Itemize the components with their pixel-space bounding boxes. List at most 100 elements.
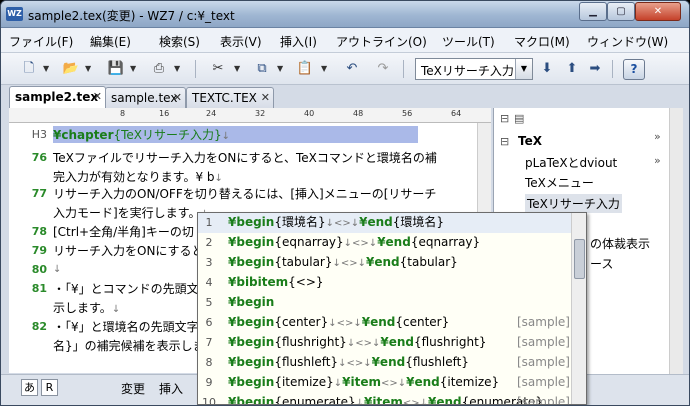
ruler: 8 16 24 32 40 48 56 64 <box>9 108 491 123</box>
completion-item[interactable]: 6 ¥begin{center}↓<>↓¥end{center} [sample… <box>198 313 586 333</box>
app-logo-icon[interactable]: WZ <box>6 7 23 21</box>
maximize-button[interactable]: ▢ <box>607 2 635 21</box>
open-dropdown-icon[interactable]: ▼ <box>85 59 91 79</box>
menu-tools[interactable]: ツール(T) <box>442 33 495 50</box>
menu-window[interactable]: ウィンドウ(W) <box>587 33 668 50</box>
menu-macro[interactable]: マクロ(M) <box>514 33 570 50</box>
tree-expand-icon[interactable]: ⊟ <box>500 135 509 148</box>
item-text: ¥begin{環境名}↓<>↓¥end{環境名} <box>228 215 445 229</box>
search-next-icon[interactable]: ➡ <box>586 59 604 79</box>
completion-item[interactable]: 10 ¥begin{enumerate}↓¥item<>↓¥end{enumer… <box>198 393 586 405</box>
completion-item[interactable]: 4 ¥bibitem{<>} <box>198 273 586 293</box>
cut-dropdown-icon[interactable]: ▼ <box>234 59 240 79</box>
completion-item[interactable]: 3 ¥begin{tabular}↓<>↓¥end{tabular} <box>198 253 586 273</box>
copy-icon[interactable]: ⧉ <box>252 59 272 79</box>
chevron-right-icon[interactable]: » <box>654 130 661 143</box>
print-dropdown-icon[interactable]: ▼ <box>174 59 180 79</box>
item-text: ¥bibitem{<>} <box>228 275 324 289</box>
text-line: リサーチ入力をONにすると <box>53 244 204 258</box>
paste-dropdown-icon[interactable]: ▼ <box>321 59 327 79</box>
menu-file[interactable]: ファイル(F) <box>9 33 73 50</box>
save-icon[interactable]: 💾 <box>106 59 126 79</box>
chevron-right-icon[interactable]: » <box>654 154 661 167</box>
newline-mark: ↓ <box>214 173 223 184</box>
research-mode-value: TeXリサーチ入力 <box>421 64 514 78</box>
outline-collapse-icon[interactable]: ⊟ <box>500 112 509 125</box>
tab-label: sample2.tex <box>15 90 99 104</box>
ime-mode-badge[interactable]: あ <box>21 379 38 396</box>
toolbar-separator <box>195 60 196 78</box>
close-button[interactable]: ✕ <box>635 2 681 21</box>
search-down-icon[interactable]: ⬇ <box>538 59 556 79</box>
outline-item-tex[interactable]: TeX <box>518 134 542 148</box>
outline-item-research[interactable]: TeXリサーチ入力 <box>525 194 622 213</box>
new-file-dropdown-icon[interactable]: ▼ <box>43 59 49 79</box>
menu-view[interactable]: 表示(V) <box>220 33 262 50</box>
menu-edit[interactable]: 編集(E) <box>90 33 131 50</box>
text-line: 完入力が有効となります。¥ b↓ <box>53 168 223 185</box>
sample-tag: [sample] <box>517 335 570 349</box>
outline-item-source[interactable]: ース <box>590 255 613 272</box>
insert-mode-status: 挿入 <box>159 382 184 396</box>
ruler-label: 64 <box>451 109 462 118</box>
completion-item[interactable]: 8 ¥begin{flushleft}↓<>↓¥end{flushleft} [… <box>198 353 586 373</box>
item-text: ¥begin{tabular}↓<>↓¥end{tabular} <box>228 255 458 269</box>
undo-icon[interactable]: ↶ <box>342 59 362 79</box>
menu-insert[interactable]: 挿入(I) <box>280 33 317 50</box>
line-number: H3 <box>31 128 47 141</box>
close-tab-icon[interactable]: ✕ <box>173 88 182 108</box>
line-number: 78 <box>31 225 47 238</box>
new-file-icon[interactable]: 🗋 <box>19 59 39 79</box>
print-icon[interactable]: ⎙ <box>149 59 169 79</box>
tab-sample2[interactable]: sample2.tex ✕ <box>9 86 106 108</box>
completion-item[interactable]: 5 ¥begin <box>198 293 586 313</box>
completion-item[interactable]: 9 ¥begin{itemize}↓¥item<>↓¥end{itemize} … <box>198 373 586 393</box>
text-line: ・「¥」とコマンドの先頭文 <box>53 282 199 296</box>
search-up-icon[interactable]: ⬆ <box>563 59 581 79</box>
outline-scrollbar[interactable] <box>669 108 683 374</box>
text-line: [Ctrl+全角/半角]キーの切 <box>53 225 194 239</box>
ruler-label: 48 <box>353 109 364 118</box>
popup-scrollbar[interactable] <box>571 213 586 404</box>
menu-outline[interactable]: アウトライン(O) <box>336 33 427 50</box>
item-text: ¥begin{center}↓<>↓¥end{center} <box>228 315 450 329</box>
ruler-label: 32 <box>255 109 266 118</box>
research-badge[interactable]: R <box>41 379 58 396</box>
text-line: 示します。↓ <box>53 299 120 316</box>
tab-sample[interactable]: sample.tex ✕ <box>105 87 186 108</box>
chapter-title: {TeXリサーチ入力} <box>113 128 222 142</box>
chapter-heading-line: ¥chapter{TeXリサーチ入力}↓ <box>53 126 418 143</box>
save-dropdown-icon[interactable]: ▼ <box>130 59 136 79</box>
text-line: 名}」の補完候補を表示しま <box>53 339 205 353</box>
open-folder-icon[interactable]: 📂 <box>61 59 81 79</box>
newline-mark: ↓ <box>221 131 231 142</box>
paste-icon[interactable]: 📋 <box>295 59 315 79</box>
line-number: 80 <box>31 263 47 276</box>
window-title: sample2.tex(変更) - WZ7 / c:¥_text <box>28 9 235 23</box>
outline-item-tex-menu[interactable]: TeXメニュー <box>525 174 594 191</box>
completion-item[interactable]: 7 ¥begin{flushright}↓<>↓¥end{flushright}… <box>198 333 586 353</box>
menu-search[interactable]: 検索(S) <box>159 33 200 50</box>
outline-item-layout[interactable]: の体裁表示 <box>590 235 650 252</box>
title-bar: WZ sample2.tex(変更) - WZ7 / c:¥_text ▁ ▢ … <box>1 1 689 28</box>
research-mode-select[interactable]: TeXリサーチ入力 ▼ <box>415 58 533 80</box>
document-icon: ▤ <box>514 112 525 125</box>
copy-dropdown-icon[interactable]: ▼ <box>277 59 283 79</box>
help-button[interactable]: ? <box>623 59 645 80</box>
ruler-label: 40 <box>304 109 315 118</box>
outline-item-platex[interactable]: pLaTeXとdviout <box>525 154 617 171</box>
completion-item[interactable]: 2 ¥begin{eqnarray}↓<>↓¥end{eqnarray} <box>198 233 586 253</box>
minimize-button[interactable]: ▁ <box>579 2 607 21</box>
close-tab-icon[interactable]: ✕ <box>261 88 270 108</box>
cut-icon[interactable]: ✂ <box>208 59 228 79</box>
scrollbar-thumb[interactable] <box>574 239 585 279</box>
tab-textc[interactable]: TEXTC.TEX ✕ <box>186 87 274 108</box>
close-tab-icon[interactable]: ✕ <box>93 87 102 107</box>
redo-icon[interactable]: ↷ <box>373 59 393 79</box>
newline-mark: ↓ <box>111 304 121 315</box>
item-number: 10 <box>202 396 216 405</box>
completion-item[interactable]: 1 ¥begin{環境名}↓<>↓¥end{環境名} <box>198 213 586 233</box>
chevron-down-icon[interactable]: ▼ <box>515 59 532 79</box>
item-number: 8 <box>205 356 213 369</box>
newline-mark: ↓ <box>53 264 62 275</box>
